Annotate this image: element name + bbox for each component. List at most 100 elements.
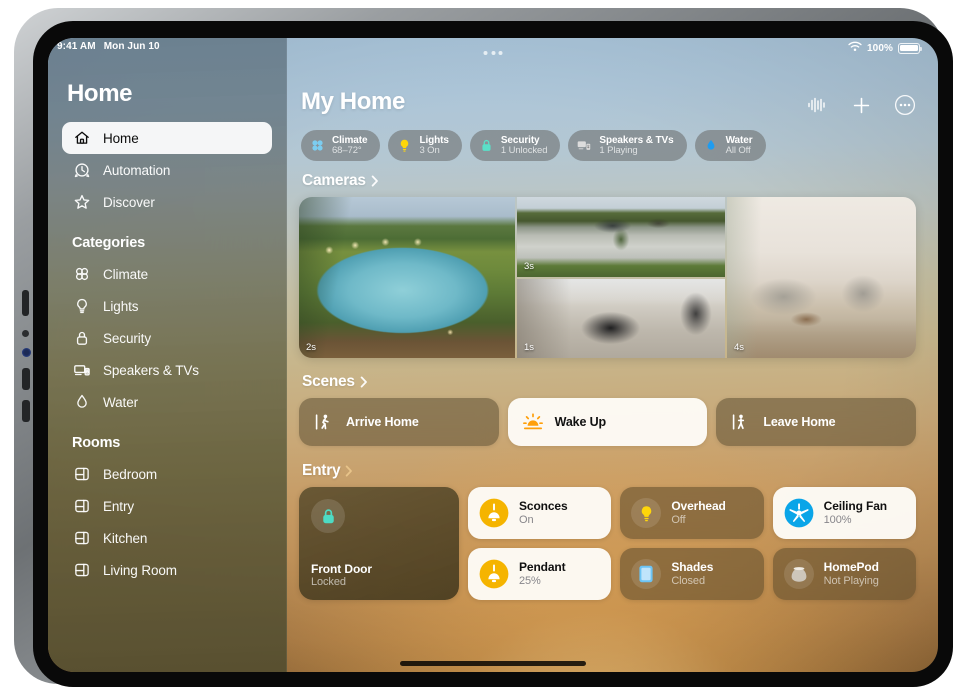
pill-value: 1 Unlocked xyxy=(500,144,548,156)
status-pill-water[interactable]: Water All Off xyxy=(694,130,766,161)
sidebar-item-automation[interactable]: Automation xyxy=(62,154,272,186)
camera-timestamp: 2s xyxy=(306,342,317,353)
scenes-section-header[interactable]: Scenes xyxy=(302,373,916,391)
camera-tile-driveway[interactable]: 3s xyxy=(517,197,725,277)
sidebar-item-label: Bedroom xyxy=(103,466,158,482)
sidebar-item-label: Water xyxy=(103,394,139,410)
plus-icon[interactable] xyxy=(850,94,872,116)
home-indicator[interactable] xyxy=(400,661,586,666)
section-title: Cameras xyxy=(302,172,366,189)
accessory-pendant[interactable]: Pendant 25% xyxy=(468,548,612,600)
sidebar-item-living-room[interactable]: Living Room xyxy=(62,554,272,586)
sidebar-item-label: Automation xyxy=(103,162,171,178)
chevron-right-icon xyxy=(371,175,379,187)
pill-value: 68–72° xyxy=(332,144,362,156)
pill-value: 3 On xyxy=(419,144,440,156)
scene-arrive-home[interactable]: Arrive Home xyxy=(299,398,499,446)
accessory-name: Front Door xyxy=(311,562,372,576)
scene-label: Arrive Home xyxy=(346,415,419,429)
star-icon xyxy=(72,193,91,212)
sidebar-item-water[interactable]: Water xyxy=(62,386,272,418)
scene-label: Leave Home xyxy=(763,415,836,429)
sidebar-item-entry[interactable]: Entry xyxy=(62,490,272,522)
accessory-ceiling-fan[interactable]: Ceiling Fan 100% xyxy=(772,487,916,539)
battery-percent: 100% xyxy=(867,42,893,54)
window-shade-icon xyxy=(631,559,662,589)
sconce-lamp-icon xyxy=(479,559,509,589)
pill-value: 1 Playing xyxy=(599,144,638,156)
camera-tile-pool[interactable]: 2s xyxy=(299,197,515,358)
accessory-name: Pendant xyxy=(519,560,566,575)
status-pill-security[interactable]: Security 1 Unlocked xyxy=(469,130,561,161)
audio-waveform-icon[interactable] xyxy=(806,94,828,116)
sidebar-section-rooms: Rooms xyxy=(72,435,121,451)
status-time: 9:41 AM xyxy=(57,41,96,52)
clock-arrow-icon xyxy=(72,161,91,180)
lightbulb-icon xyxy=(397,138,412,153)
accessory-state: Off xyxy=(671,513,686,526)
accessory-shades[interactable]: Shades Closed xyxy=(620,548,764,600)
lightbulb-icon xyxy=(631,498,662,528)
camera-column: 3s 1s xyxy=(517,197,725,358)
person-arrive-icon xyxy=(313,411,335,433)
entry-section-header[interactable]: Entry xyxy=(302,462,916,480)
camera-tile-living-room[interactable]: 4s xyxy=(727,197,916,358)
chevron-right-icon xyxy=(360,376,368,388)
fan-icon xyxy=(310,138,325,153)
sidebar-item-label: Entry xyxy=(103,498,135,514)
front-camera xyxy=(22,348,31,357)
wifi-icon xyxy=(848,41,862,55)
camera-timestamp: 4s xyxy=(734,342,745,353)
scene-leave-home[interactable]: Leave Home xyxy=(716,398,917,446)
sidebar-item-climate[interactable]: Climate xyxy=(62,258,272,290)
multitasking-handle[interactable] xyxy=(483,51,503,55)
section-title: Entry xyxy=(302,462,341,479)
sidebar-section-categories: Categories xyxy=(72,235,145,251)
water-drop-icon xyxy=(704,138,719,153)
sidebar-item-speakers-tvs[interactable]: Speakers & TVs xyxy=(62,354,272,386)
homepod-icon xyxy=(783,559,814,589)
accessory-homepod[interactable]: HomePod Not Playing xyxy=(772,548,916,600)
water-drop-icon xyxy=(72,393,91,412)
accessory-state: 100% xyxy=(823,513,852,526)
sidebar-item-discover[interactable]: Discover xyxy=(62,186,272,218)
sidebar-item-label: Security xyxy=(103,330,151,346)
accessory-name: Sconces xyxy=(519,499,568,514)
fan-icon xyxy=(72,265,91,284)
camera-tile-garage[interactable]: 1s xyxy=(517,278,725,358)
room-icon xyxy=(72,465,91,484)
ipad-device-frame: 9:41 AM Mon Jun 10 100% Home Home Automa… xyxy=(14,8,953,687)
sidebar-item-label: Speakers & TVs xyxy=(103,362,199,378)
status-pill-speakers-tvs[interactable]: Speakers & TVs 1 Playing xyxy=(568,130,687,161)
volume-up-button[interactable] xyxy=(22,290,29,316)
accessory-name: Shades xyxy=(671,560,714,575)
status-bar: 9:41 AM Mon Jun 10 100% xyxy=(48,38,938,60)
sidebar-item-label: Lights xyxy=(103,298,139,314)
cameras-section-header[interactable]: Cameras xyxy=(302,172,916,190)
status-pill-climate[interactable]: Climate 68–72° xyxy=(301,130,381,161)
accessory-state: Not Playing xyxy=(823,574,879,587)
sidebar-item-home[interactable]: Home xyxy=(62,122,272,154)
house-icon xyxy=(72,129,91,148)
tv-speaker-icon xyxy=(577,138,592,153)
sidebar-item-label: Climate xyxy=(103,266,149,282)
accessory-overhead[interactable]: Overhead Off xyxy=(620,487,764,539)
sidebar-item-lights[interactable]: Lights xyxy=(62,290,272,322)
status-pill-lights[interactable]: Lights 3 On xyxy=(388,130,462,161)
volume-down-button[interactable] xyxy=(22,368,30,390)
sidebar-item-bedroom[interactable]: Bedroom xyxy=(62,458,272,490)
more-ellipsis-icon[interactable] xyxy=(894,94,916,116)
accessory-front-door[interactable]: Front Door Locked xyxy=(299,487,459,600)
ceiling-fan-icon xyxy=(784,498,814,528)
accessory-name: Ceiling Fan xyxy=(823,499,888,514)
scene-wake-up[interactable]: Wake Up xyxy=(507,398,708,446)
sidebar-item-security[interactable]: Security xyxy=(62,322,272,354)
accessory-name: Overhead xyxy=(671,499,726,514)
accessory-state: On xyxy=(519,513,534,526)
sconce-lamp-icon xyxy=(479,498,509,528)
sidebar-title: Home xyxy=(67,80,133,107)
accessory-sconces[interactable]: Sconces On xyxy=(468,487,612,539)
sidebar-item-kitchen[interactable]: Kitchen xyxy=(62,522,272,554)
sidebar-item-label: Home xyxy=(103,130,139,146)
power-button[interactable] xyxy=(22,400,30,422)
